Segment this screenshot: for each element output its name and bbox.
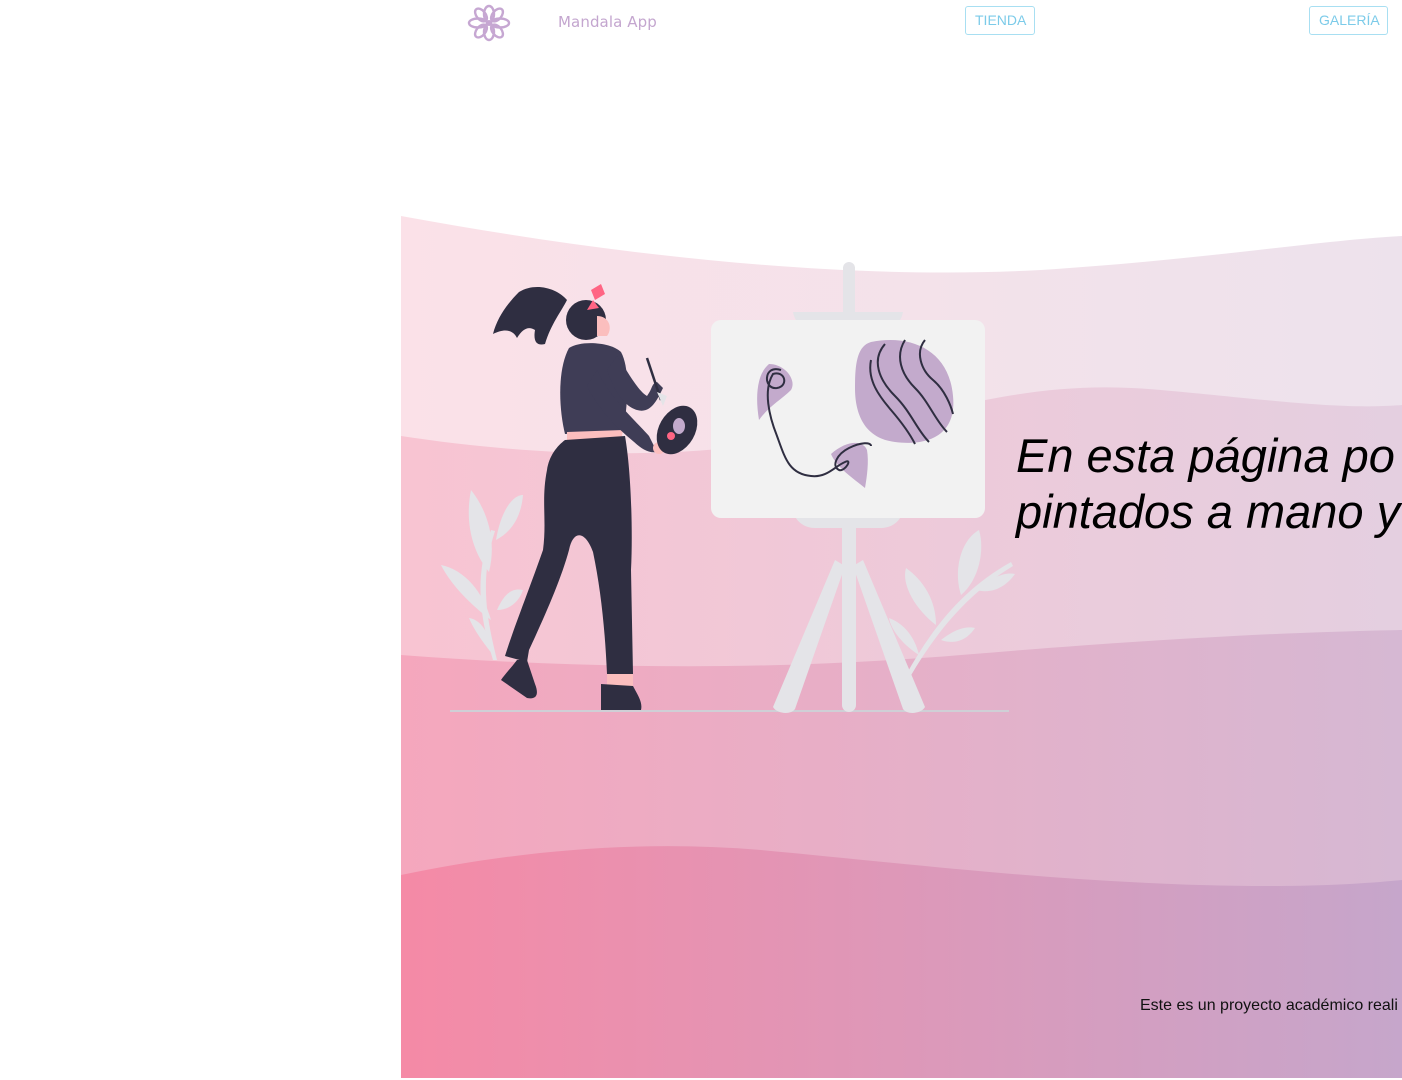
mandala-flower-icon[interactable] <box>466 4 512 42</box>
brand-link[interactable]: Mandala App <box>558 13 657 31</box>
hero-heading: En esta página po pintados a mano y <box>1016 428 1402 540</box>
woman-painting-easel-illustration <box>441 262 1015 713</box>
footer-note: Este es un proyecto académico reali <box>1140 997 1398 1014</box>
hero-line-2: pintados a mano y <box>1016 485 1401 538</box>
hero-section: En esta página po pintados a mano y Este… <box>401 200 1402 1078</box>
galeria-button[interactable]: GALERÍA <box>1309 6 1388 35</box>
tienda-button[interactable]: TIENDA <box>965 6 1035 35</box>
page: Mandala App TIENDA GALERÍA En esta págin… <box>0 0 1402 1080</box>
hero-line-1: En esta página po <box>1016 429 1395 482</box>
